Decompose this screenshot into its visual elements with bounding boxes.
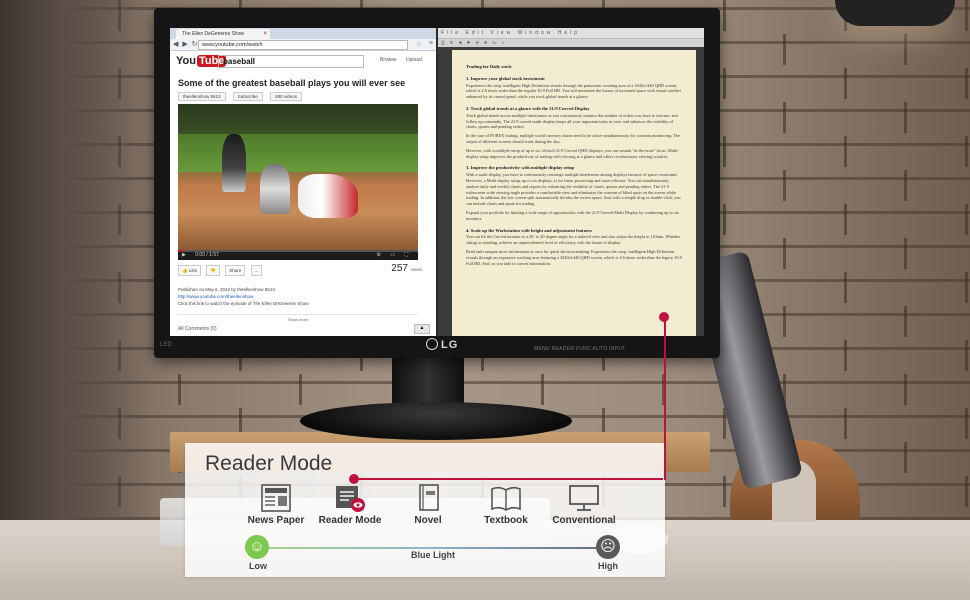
published-date: Published on May 6, 2012 by theellenshow…	[178, 287, 275, 292]
description-link[interactable]: http://www.youtube.com/theellenshow	[178, 294, 253, 299]
scale-low-label: Low	[249, 561, 267, 571]
lg-circle-icon	[426, 338, 438, 350]
view-count-number: 257	[391, 263, 408, 274]
outfield-grass	[178, 134, 418, 172]
callout-line	[664, 318, 666, 480]
section-heading: 4. Scale up the Workstation with height …	[466, 227, 592, 233]
book-icon	[419, 484, 439, 511]
scroll-up-icon[interactable]: ▲	[414, 324, 430, 334]
video-progress-bar[interactable]	[178, 250, 418, 252]
mode-label: Textbook	[484, 515, 528, 526]
video-description: Published on May 6, 2012 by theellenshow…	[178, 286, 418, 307]
monitor-icon	[569, 485, 599, 511]
video-time: 0:00 / 1:57	[195, 252, 219, 258]
tab-bar: The Ellen DeGeneres Show ×	[170, 28, 436, 39]
subscribe-button[interactable]: Subscribe	[232, 92, 263, 101]
mode-textbook[interactable]: Textbook	[461, 483, 551, 526]
section-heading: 3. Improve the productivity with multipl…	[466, 165, 575, 171]
mode-label: Reader Mode	[318, 515, 382, 526]
happy-face-icon: ☺	[245, 535, 269, 559]
sad-face-icon: ☹	[596, 535, 620, 559]
document-page[interactable]: Trading for Daily stock 1. Improve your …	[452, 50, 696, 336]
tab-title: The Ellen DeGeneres Show	[182, 31, 244, 37]
umpire-figure	[222, 134, 246, 192]
bookmark-star-icon[interactable]: ☆	[416, 40, 422, 48]
browse-link[interactable]: Browse	[380, 57, 397, 63]
monitor-buttons[interactable]: MENU READER FUNC AUTO INPUT	[534, 346, 626, 352]
like-button[interactable]: 👍 Like	[178, 265, 202, 276]
ceiling-lamp	[835, 0, 955, 26]
channel-name[interactable]: theellenshow 8613	[178, 92, 226, 101]
youtube-logo-you: You	[176, 55, 196, 67]
mode-label: Novel	[414, 515, 442, 526]
section-heading: 2. Track global trends at a glance with …	[466, 105, 590, 111]
mode-conventional[interactable]: Conventional	[539, 483, 629, 526]
browser-tab[interactable]: The Ellen DeGeneres Show ×	[176, 29, 270, 39]
section-paragraph: In the case of FOREX trading, multiple w…	[466, 133, 680, 144]
section-paragraph: However, with a multiple setup of up to …	[466, 147, 679, 159]
section-paragraph: You can tilt the Curved monitor to a 20-…	[466, 234, 681, 246]
address-bar-row: ◀ ▶ ↻ www.youtube.com/watch ☆ ≡	[170, 39, 436, 51]
mode-label: Conventional	[552, 515, 616, 526]
browser-window: The Ellen DeGeneres Show × ◀ ▶ ↻ www.you…	[170, 28, 438, 336]
section-paragraph: Expand your portfolio by limiting a wide…	[466, 209, 679, 221]
section-heading: 1. Improve your global stock investment	[466, 75, 545, 81]
video-title: Some of the greatest baseball plays you …	[178, 78, 406, 88]
blue-light-scale	[257, 547, 612, 549]
monitor-screen: The Ellen DeGeneres Show × ◀ ▶ ↻ www.you…	[170, 28, 704, 336]
document-title: Trading for Daily stock	[466, 64, 512, 69]
address-bar[interactable]: www.youtube.com/watch	[198, 40, 408, 50]
callout-horizontal-line	[353, 478, 663, 480]
reader-mode-icon	[336, 486, 365, 512]
pdf-reader-window: File Edit View Window Help ⎙ ✉ ◀ ▶ ⊖ ⊕ ✎…	[438, 28, 704, 336]
curtain	[0, 0, 150, 600]
dislike-button[interactable]: 👎	[206, 265, 220, 276]
video-player[interactable]	[178, 104, 418, 250]
back-forward-icon[interactable]: ◀ ▶ ↻	[173, 40, 199, 48]
share-button[interactable]: Share	[225, 265, 246, 276]
show-more-button[interactable]: Show more	[178, 314, 418, 322]
reader-mode-title: Reader Mode	[205, 452, 333, 475]
upload-link[interactable]: Upload	[406, 57, 422, 63]
document-text: Trading for Daily stock 1. Improve your …	[452, 50, 696, 277]
comments-header: All Comments (0)	[178, 326, 217, 332]
videos-count[interactable]: 580 videos	[270, 92, 302, 101]
view-count: 257 views	[391, 263, 422, 274]
action-row: 👍 Like 👎 Share ... 257 views	[178, 263, 422, 277]
monitor-base	[300, 402, 572, 440]
scale-title-label: Blue Light	[411, 550, 455, 560]
description-text: Click this link to watch the episode of …	[178, 301, 309, 306]
lg-logo: LG	[426, 338, 458, 351]
led-label: LED	[160, 342, 172, 348]
play-icon[interactable]: ▶	[182, 252, 186, 258]
reader-toolbar: ⎙ ✉ ◀ ▶ ⊖ ⊕ ✎ ⌕	[438, 39, 704, 47]
like-label: Like	[188, 268, 198, 273]
section-paragraph: Read and compare more information at onc…	[466, 248, 682, 266]
mode-reader[interactable]: Reader Mode	[305, 483, 395, 526]
open-book-icon	[491, 486, 521, 511]
scale-high-label: High	[598, 561, 618, 571]
section-paragraph: Experience the crisp, intelligent High D…	[466, 82, 681, 100]
youtube-header: You Tube baseball Browse Upload	[170, 51, 436, 71]
catcher-figure	[260, 164, 290, 214]
mode-novel[interactable]: Novel	[383, 483, 473, 526]
lg-logo-text: LG	[441, 339, 459, 351]
newspaper-icon	[261, 484, 291, 512]
reader-mode-panel: Reader Mode News Paper Reader Mode Novel…	[185, 443, 665, 577]
channel-row: theellenshow 8613 Subscribe 580 videos	[178, 92, 308, 101]
more-button[interactable]: ...	[250, 265, 263, 276]
close-tab-icon[interactable]: ×	[263, 29, 267, 39]
sliding-runner-figure	[298, 174, 358, 218]
section-paragraph: Track global trends across multiple time…	[466, 112, 678, 130]
monitor: The Ellen DeGeneres Show × ◀ ▶ ↻ www.you…	[154, 8, 720, 358]
views-word: views	[410, 267, 422, 272]
search-input[interactable]: baseball	[218, 55, 364, 68]
reader-menu-bar[interactable]: File Edit View Window Help	[438, 28, 704, 39]
video-progress-fill	[178, 250, 183, 252]
settings-icon[interactable]: ≡	[429, 40, 433, 47]
section-paragraph: With a multi display, you have to contin…	[466, 172, 681, 207]
